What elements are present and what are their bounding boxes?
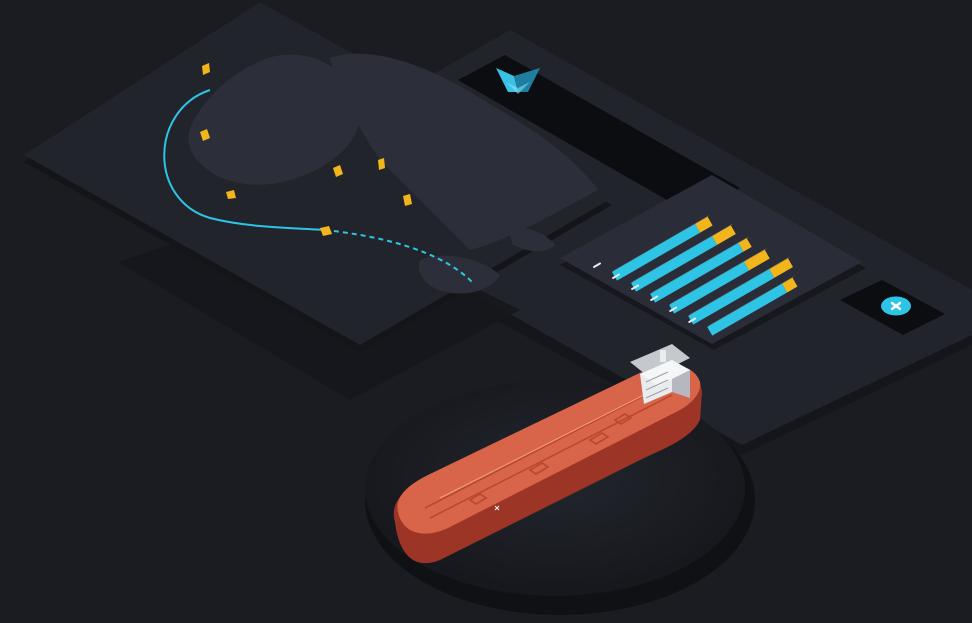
vessel-marker [378, 158, 385, 170]
scene-illustration [24, 2, 972, 615]
